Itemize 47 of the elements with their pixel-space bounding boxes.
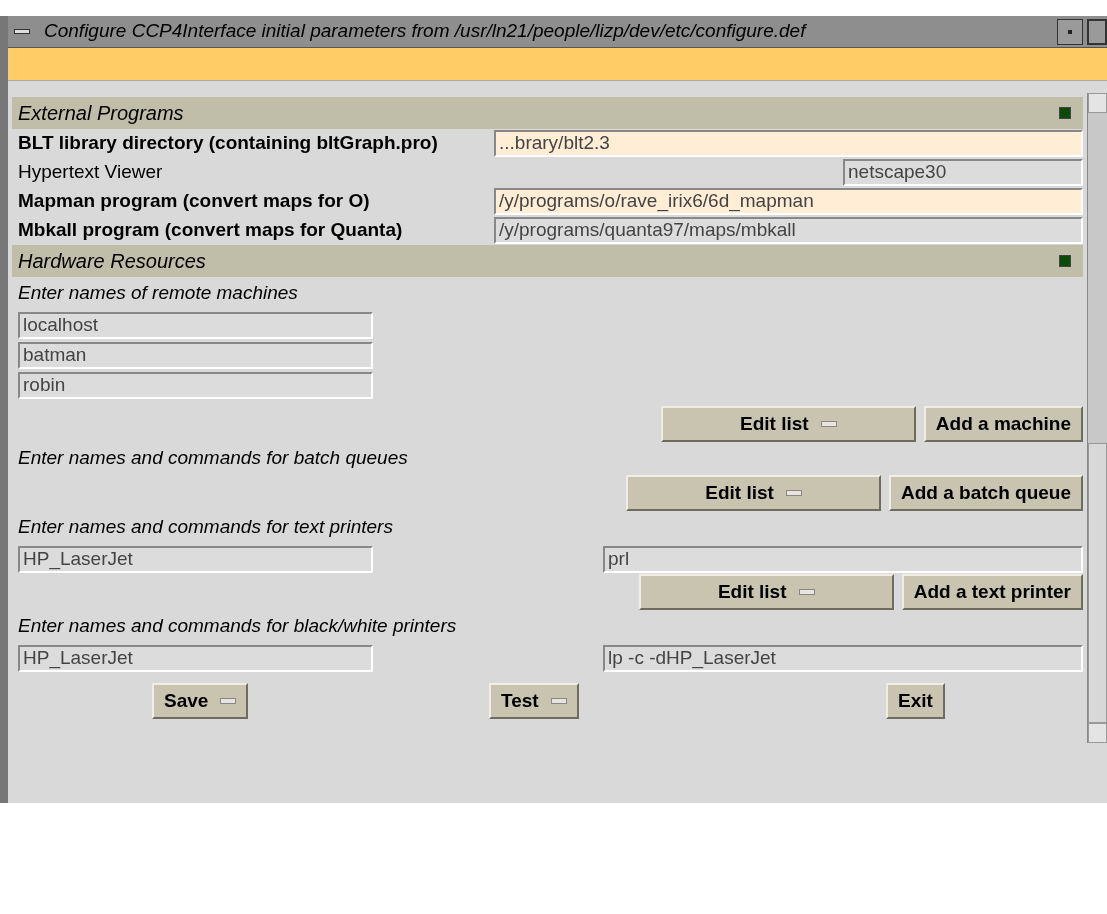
text-field[interactable]: /y/programs/quanta97/maps/mbkall [494, 217, 1083, 244]
minimize-button[interactable] [1057, 18, 1083, 45]
push-button[interactable]: Exit [886, 683, 945, 719]
option-menu-button[interactable]: Test [489, 683, 579, 719]
option-menu-button[interactable]: Save [152, 683, 249, 719]
text-field[interactable]: ...brary/blt2.3 [494, 130, 1083, 157]
menu-indicator-icon [820, 421, 837, 427]
group-label: Enter names and commands for black/white printers [18, 614, 458, 639]
option-menu-button[interactable]: Edit list [660, 406, 916, 442]
menu-indicator-icon [798, 589, 815, 595]
window-menu-icon[interactable] [14, 29, 30, 34]
toggle-indicator-icon[interactable] [1059, 107, 1071, 119]
parameter-label: Mbkall program (convert maps for Quanta) [18, 218, 404, 243]
scroll-down-icon[interactable] [1088, 723, 1107, 743]
push-button[interactable]: Add a batch queue [889, 475, 1083, 511]
menu-indicator-icon [220, 698, 237, 704]
parameter-label: BLT library directory (containing bltGraph.pro) [18, 131, 439, 156]
text-field[interactable]: prl [603, 545, 1083, 573]
scroll-thumb[interactable] [1088, 443, 1107, 723]
option-menu-button[interactable]: Edit list [626, 475, 882, 511]
scrollbar[interactable] [1087, 93, 1107, 743]
group-label: Enter names and commands for text printers [18, 515, 394, 540]
section-title: External Programs [18, 101, 184, 126]
text-field[interactable]: HP_LaserJet [18, 545, 373, 573]
group-label: Enter names of remote machines [18, 281, 299, 306]
menu-indicator-icon [785, 490, 802, 496]
section-header[interactable]: Hardware Resources [12, 245, 1083, 277]
section-title: Hardware Resources [18, 249, 206, 274]
group-label: Enter names and commands for batch queues [18, 446, 409, 471]
text-field[interactable]: /y/programs/o/rave_irix6/6d_mapman [494, 188, 1083, 215]
text-field[interactable]: netscape30 [843, 159, 1083, 186]
menu-indicator-icon [550, 698, 567, 704]
text-field[interactable]: batman [18, 341, 373, 369]
toggle-indicator-icon[interactable] [1059, 255, 1071, 267]
section-header[interactable]: External Programs [12, 97, 1083, 129]
push-button[interactable]: Add a text printer [901, 574, 1083, 610]
text-field[interactable]: HP_LaserJet [18, 644, 373, 672]
window-title: Configure CCP4Interface initial parameters from /usr/ln21/people/lizp/dev/etc/configure.def [44, 19, 808, 44]
text-field[interactable]: robin [18, 371, 373, 399]
maximize-button[interactable] [1087, 18, 1107, 45]
parameter-label: Hypertext Viewer [18, 160, 164, 185]
option-menu-button[interactable]: Edit list [638, 574, 894, 610]
text-field[interactable]: lp -c -dHP_LaserJet [603, 644, 1083, 672]
push-button[interactable]: Add a machine [923, 406, 1083, 442]
text-field[interactable]: localhost [18, 311, 373, 339]
scroll-up-icon[interactable] [1088, 93, 1107, 113]
parameter-label: Mapman program (convert maps for O) [18, 189, 371, 214]
